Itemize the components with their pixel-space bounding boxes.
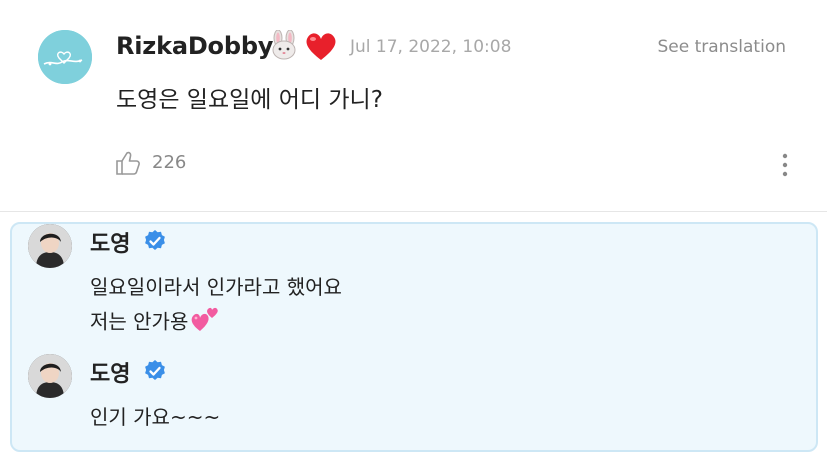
reply-line: 인기 가요~~~ — [90, 405, 221, 429]
verified-badge-icon — [143, 229, 167, 257]
heart-doodle-icon — [38, 30, 92, 84]
artist-avatar[interactable] — [28, 224, 72, 268]
reply-author[interactable]: 도영 — [90, 356, 130, 388]
reply-author[interactable]: 도영 — [90, 226, 130, 258]
more-options-icon[interactable] — [781, 152, 789, 182]
red-heart-icon — [304, 30, 338, 66]
post-text: 도영은 일요일에 어디 가니? — [116, 87, 383, 113]
see-translation-link[interactable]: See translation — [657, 37, 786, 57]
like-count: 226 — [152, 152, 187, 173]
thumbs-up-icon[interactable] — [115, 150, 143, 180]
post-timestamp: Jul 17, 2022, 10:08 — [350, 37, 512, 57]
fan-post: RizkaDobby Jul 17, 2022, 10:08 See trans… — [0, 0, 827, 212]
post-username[interactable]: RizkaDobby — [116, 32, 273, 60]
reply-line: 일요일이라서 인가라고 했어요 — [90, 275, 342, 299]
artist-replies-box: 도영 일요일이라서 인가라고 했어요 저는 안가용 도영 인기 가요~~~ — [10, 222, 818, 452]
verified-badge-icon — [143, 359, 167, 387]
artist-avatar[interactable] — [28, 354, 72, 398]
reply-line-text: 저는 안가용 — [90, 309, 189, 334]
reply-line: 저는 안가용 — [90, 304, 220, 342]
two-hearts-icon — [190, 304, 220, 342]
user-avatar[interactable] — [38, 30, 92, 84]
divider — [0, 211, 827, 212]
rabbit-face-icon — [268, 29, 300, 64]
